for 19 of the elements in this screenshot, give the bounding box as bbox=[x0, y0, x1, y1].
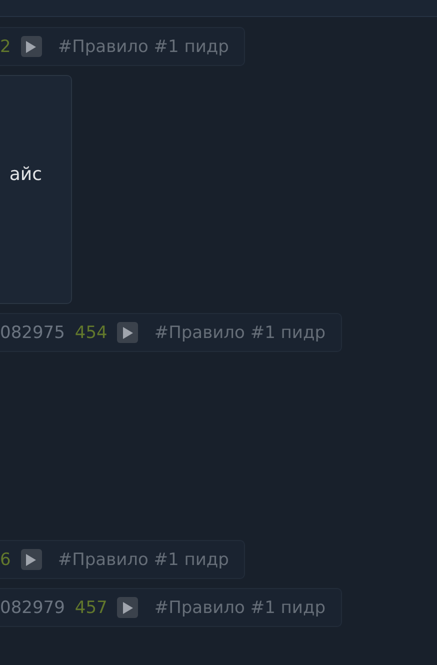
post-number[interactable]: 082975 bbox=[0, 322, 65, 342]
play-button[interactable] bbox=[20, 549, 42, 570]
post-number[interactable]: 082979 bbox=[0, 598, 65, 618]
post-count: 457 bbox=[74, 598, 108, 618]
post-tag[interactable]: #Правило #1 пидр bbox=[58, 36, 229, 56]
post-count: 454 bbox=[74, 322, 108, 342]
play-button[interactable] bbox=[117, 597, 138, 618]
play-icon bbox=[26, 554, 36, 566]
play-icon bbox=[122, 326, 133, 338]
play-button[interactable] bbox=[117, 322, 138, 343]
play-button[interactable] bbox=[20, 36, 42, 57]
post-tag[interactable]: #Правило #1 пидр bbox=[154, 598, 326, 618]
post-tag[interactable]: #Правило #1 пидр bbox=[154, 322, 326, 342]
post-count: 6 bbox=[0, 550, 11, 570]
post-text: айс bbox=[9, 164, 42, 186]
play-icon bbox=[122, 602, 133, 614]
post-count: 2 bbox=[0, 36, 11, 56]
post-tag[interactable]: #Правило #1 пидр bbox=[58, 550, 229, 570]
play-icon bbox=[26, 40, 36, 52]
